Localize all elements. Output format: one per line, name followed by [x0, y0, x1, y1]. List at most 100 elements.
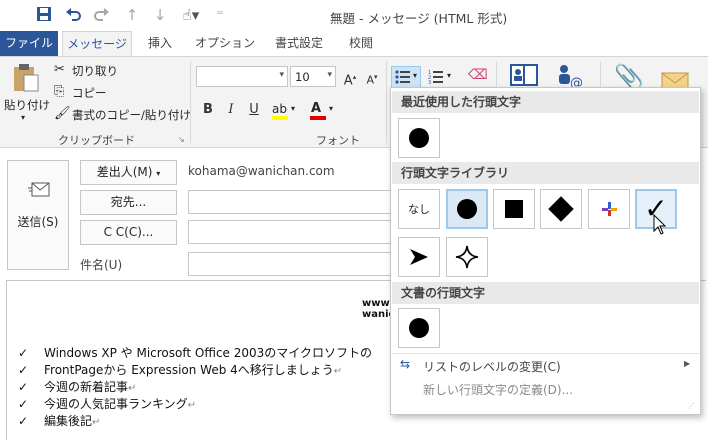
font-name-combo[interactable]: ▾: [196, 66, 288, 87]
tab-message[interactable]: メッセージ: [62, 31, 132, 56]
grow-font-button[interactable]: A▴: [340, 67, 360, 89]
bullet-option-star[interactable]: [446, 237, 488, 277]
grow-font-label: A: [343, 73, 353, 89]
resize-grip-icon[interactable]: ⋰: [688, 402, 695, 410]
redo-icon[interactable]: [92, 6, 112, 26]
shrink-font-button[interactable]: A▾: [362, 67, 382, 87]
group-separator: [190, 61, 191, 143]
tab-file[interactable]: ファイル: [0, 31, 58, 56]
touch-mode-icon[interactable]: ☝▾: [176, 6, 206, 24]
scissors-icon: ✂: [54, 62, 65, 77]
bullet-option-filled-square[interactable]: [493, 189, 535, 229]
chevron-down-icon[interactable]: ▾: [413, 71, 417, 80]
font-size-combo[interactable]: 10 ▾: [290, 66, 336, 87]
send-button[interactable]: 送信(S): [7, 160, 69, 270]
format-painter-button[interactable]: 🖌 書式のコピー/貼り付け: [54, 105, 191, 123]
paragraph-mark-icon: ↵: [92, 417, 101, 428]
change-list-level-item[interactable]: ⇆ リストのレベルの変更(C) ▶: [392, 356, 699, 376]
chevron-down-icon[interactable]: ▾: [329, 104, 333, 113]
customize-qat-icon[interactable]: ⁼: [210, 6, 230, 24]
list-item-text: Windows XP や Microsoft Office 2003のマイクロソ…: [44, 346, 373, 360]
font-color-button[interactable]: A ▾: [308, 100, 338, 122]
filled-diamond-icon: [548, 196, 574, 222]
tab-format[interactable]: 書式設定: [266, 31, 332, 56]
tab-review[interactable]: 校閲: [338, 31, 384, 56]
list-item-text: 今週の人気記事ランキング: [44, 397, 188, 411]
to-button[interactable]: 宛先...: [80, 190, 177, 215]
colored-cross-icon: [602, 202, 617, 216]
cc-button[interactable]: C C(C)...: [80, 220, 177, 245]
undo-icon[interactable]: [63, 6, 83, 26]
numbered-list-icon: 1 2 3: [428, 70, 443, 84]
list-item-text: 編集後記: [44, 414, 93, 428]
checkmark-bullet: ✓: [18, 346, 29, 360]
copy-label: コピー: [72, 86, 107, 100]
paragraph-mark-icon: ↵: [333, 366, 343, 377]
copy-button[interactable]: ⎘ コピー: [54, 83, 164, 101]
bullet-option-colored-cross[interactable]: [588, 189, 630, 229]
bullet-option-filled-circle[interactable]: [446, 189, 488, 229]
document-bullet-filled-circle[interactable]: [398, 308, 440, 348]
document-bullets-heading: 文書の行頭文字: [392, 282, 699, 304]
from-button[interactable]: 差出人(M) ▾: [80, 160, 177, 185]
bullet-list-icon: [395, 70, 410, 84]
subject-field[interactable]: [188, 252, 393, 276]
copy-icon: ⎘: [54, 84, 65, 99]
clipboard-group-label: クリップボード: [58, 134, 135, 147]
checkmark-bullet: ✓: [18, 363, 29, 377]
save-icon[interactable]: [34, 6, 54, 26]
tab-insert[interactable]: 挿入: [138, 31, 182, 56]
svg-text:3: 3: [428, 80, 431, 84]
arrow-down-icon[interactable]: ↓: [150, 6, 170, 24]
numbering-button[interactable]: 1 2 3 ▾: [426, 67, 456, 89]
list-item-text: FrontPageから Expression Web 4へ移行しましょう: [44, 363, 334, 377]
cc-field[interactable]: [188, 220, 393, 244]
bullet-option-arrowhead[interactable]: [398, 237, 440, 277]
chevron-down-icon[interactable]: ▾: [291, 104, 295, 113]
group-separator: [386, 61, 387, 143]
format-painter-label: 書式のコピー/貼り付け: [72, 108, 191, 122]
list-item: ✓ 今週の人気記事ランキング↵: [18, 395, 196, 412]
to-field[interactable]: [188, 190, 393, 214]
send-label: 送信(S): [17, 215, 59, 229]
bullet-option-none[interactable]: なし: [398, 189, 440, 229]
bullets-button[interactable]: ▾: [391, 66, 421, 88]
bullet-option-filled-diamond[interactable]: [540, 189, 582, 229]
clear-formatting-icon[interactable]: ⌫: [468, 67, 488, 87]
list-item: ✓ Windows XP や Microsoft Office 2003のマイクロ…: [18, 344, 372, 361]
cut-button[interactable]: ✂ 切り取り: [54, 61, 164, 79]
chevron-down-icon[interactable]: ▾: [279, 70, 284, 80]
font-color-swatch: [310, 116, 326, 120]
menu-divider: [392, 353, 699, 354]
paragraph-mark-icon: ↵: [128, 383, 137, 394]
recent-bullet-filled-circle[interactable]: [398, 118, 440, 158]
chevron-down-icon[interactable]: ▾: [447, 71, 451, 80]
paste-icon: [14, 64, 39, 92]
send-icon: [28, 182, 50, 197]
from-address: kohama@wanichan.com: [188, 164, 335, 178]
underline-button[interactable]: U: [244, 100, 264, 120]
chevron-down-icon[interactable]: ▾: [327, 70, 332, 80]
filled-square-icon: [505, 200, 523, 218]
bold-button[interactable]: B: [198, 100, 218, 120]
chevron-down-icon: ▾: [156, 169, 161, 178]
define-new-bullet-item[interactable]: 新しい行頭文字の定義(D)...: [392, 379, 699, 399]
paintbrush-icon: 🖌: [54, 106, 71, 121]
four-point-star-icon: [455, 245, 479, 269]
italic-button[interactable]: I: [221, 100, 241, 120]
none-label: なし: [408, 203, 430, 216]
checkmark-bullet: ✓: [18, 397, 29, 411]
highlight-color-button[interactable]: ab ▾: [270, 100, 300, 122]
tab-options[interactable]: オプション: [190, 31, 260, 56]
cut-label: 切り取り: [72, 64, 118, 78]
paste-button[interactable]: 貼り付け ▾: [4, 61, 50, 122]
checkmark-bullet: ✓: [18, 380, 29, 394]
dialog-launcher-icon[interactable]: ↘: [178, 135, 185, 144]
title-bar: ↑ ↓ ☝▾ ⁼ 無題 - メッセージ (HTML 形式): [0, 0, 708, 31]
arrow-up-icon[interactable]: ↑: [122, 6, 142, 24]
define-new-bullet-label: 新しい行頭文字の定義(D)...: [423, 383, 574, 397]
filled-circle-icon: [409, 318, 429, 338]
font-group-label: フォント: [316, 134, 360, 147]
ribbon-tabs: ファイル メッセージ 挿入 オプション 書式設定 校閲: [0, 31, 708, 56]
change-list-level-label: リストのレベルの変更(C): [423, 360, 561, 374]
